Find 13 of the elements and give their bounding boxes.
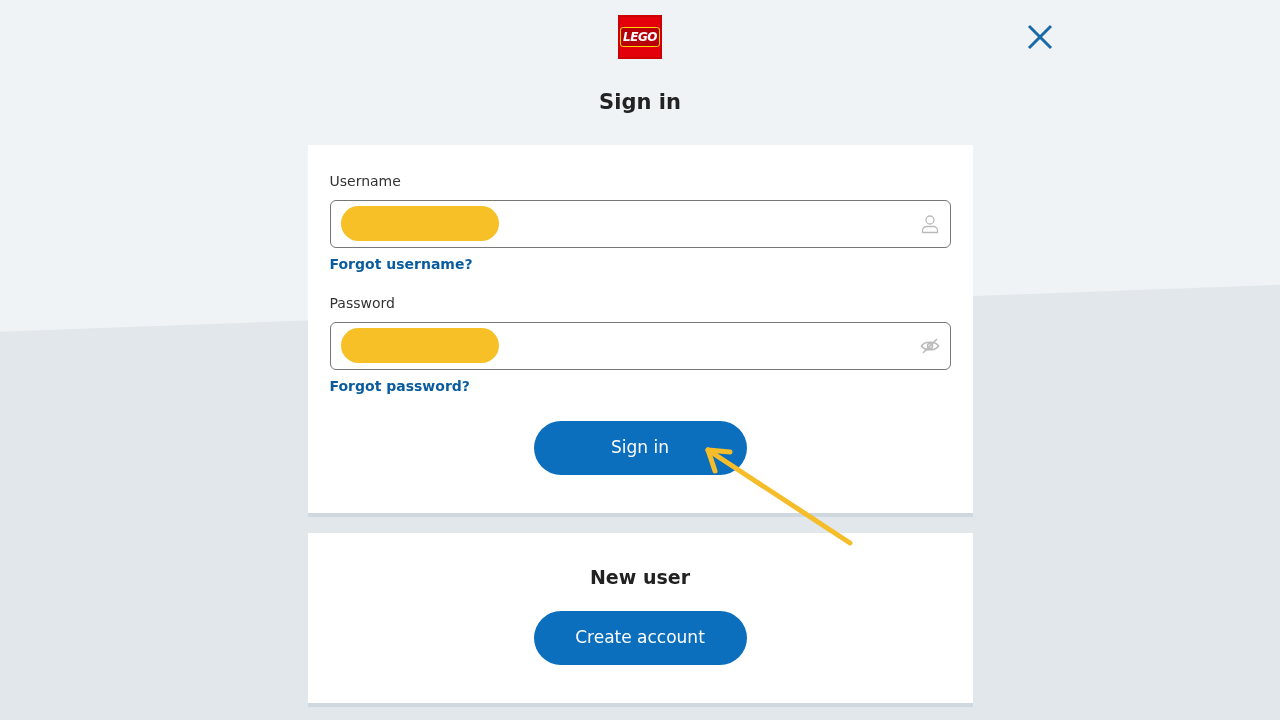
create-account-button[interactable]: Create account <box>533 611 747 665</box>
section-heading: New user <box>589 564 690 590</box>
logo: LEGO <box>618 15 662 59</box>
forgot-link[interactable]: Forgot username? <box>329 253 473 275</box>
password-field[interactable] <box>329 321 951 370</box>
user-icon <box>919 213 940 234</box>
password-label: Password <box>329 293 396 313</box>
close-icon[interactable] <box>1026 23 1054 51</box>
forgot-link[interactable]: Forgot password? <box>329 375 470 397</box>
username-field[interactable] <box>329 199 951 248</box>
page-title: Sign in <box>599 89 681 116</box>
username-label: Username <box>329 171 402 191</box>
sign-in-button[interactable]: Sign in <box>533 420 747 475</box>
